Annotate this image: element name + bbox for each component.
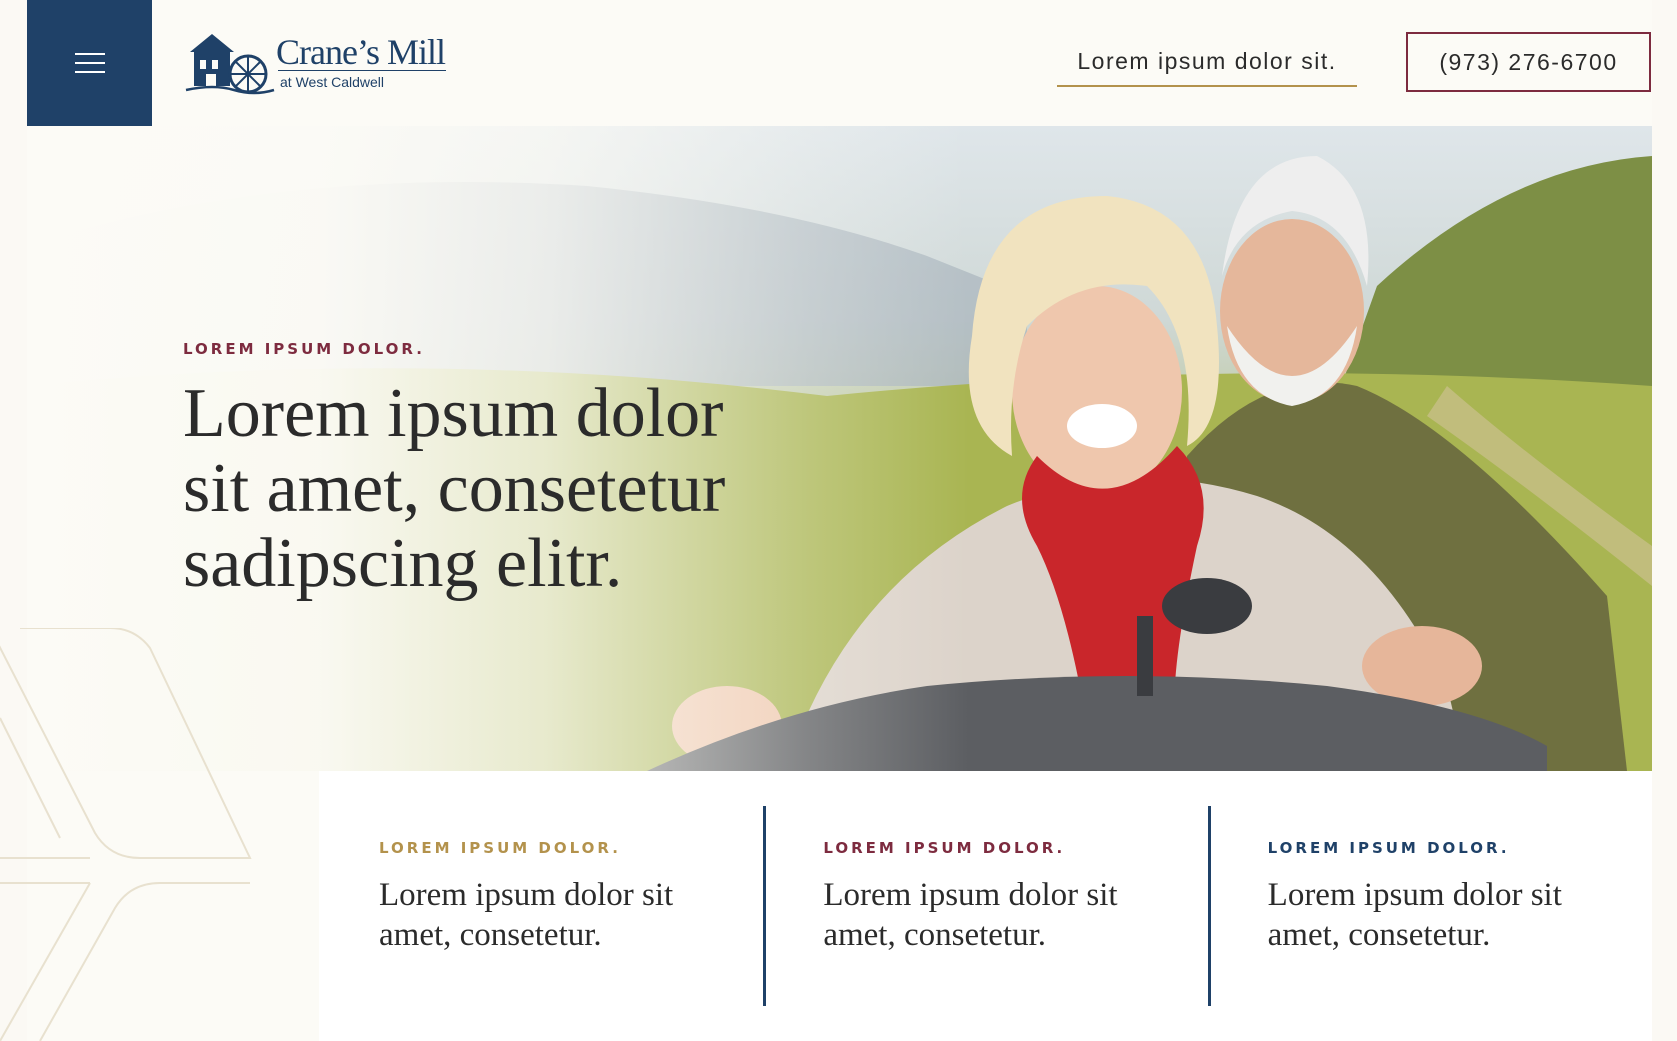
card-eyebrow: LOREM IPSUM DOLOR. — [1267, 839, 1510, 857]
menu-button[interactable] — [27, 0, 152, 126]
card-divider — [763, 806, 767, 1006]
hero-title: Lorem ipsum dolor sit amet, consetetur s… — [183, 375, 726, 602]
hamburger-menu-icon — [74, 53, 105, 73]
mill-logo-icon — [185, 34, 275, 95]
chevron-pattern-icon — [0, 628, 252, 1041]
header-link[interactable]: Lorem ipsum dolor sit. — [1057, 48, 1357, 87]
feature-cards: LOREM IPSUM DOLOR. Lorem ipsum dolor sit… — [319, 771, 1652, 1041]
feature-card[interactable]: LOREM IPSUM DOLOR. Lorem ipsum dolor sit… — [763, 771, 1207, 1041]
feature-card[interactable]: LOREM IPSUM DOLOR. Lorem ipsum dolor sit… — [1207, 771, 1652, 1041]
logo-subtitle: at West Caldwell — [280, 74, 385, 90]
site-logo[interactable]: Crane’s Mill at West Caldwell — [184, 30, 449, 96]
card-divider — [1207, 806, 1211, 1006]
phone-button[interactable]: (973) 276-6700 — [1406, 32, 1651, 92]
card-text: Lorem ipsum dolor sit amet, consetetur. — [1267, 877, 1562, 953]
card-eyebrow: LOREM IPSUM DOLOR. — [823, 839, 1066, 857]
logo-rule — [278, 70, 446, 71]
hero-eyebrow: LOREM IPSUM DOLOR. — [183, 340, 425, 358]
card-text: Lorem ipsum dolor sit amet, consetetur. — [823, 877, 1118, 953]
logo-name: Crane’s Mill — [276, 32, 446, 72]
card-eyebrow: LOREM IPSUM DOLOR. — [379, 839, 621, 857]
feature-card[interactable]: LOREM IPSUM DOLOR. Lorem ipsum dolor sit… — [319, 771, 763, 1041]
card-text: Lorem ipsum dolor sit amet, consetetur. — [379, 877, 674, 953]
